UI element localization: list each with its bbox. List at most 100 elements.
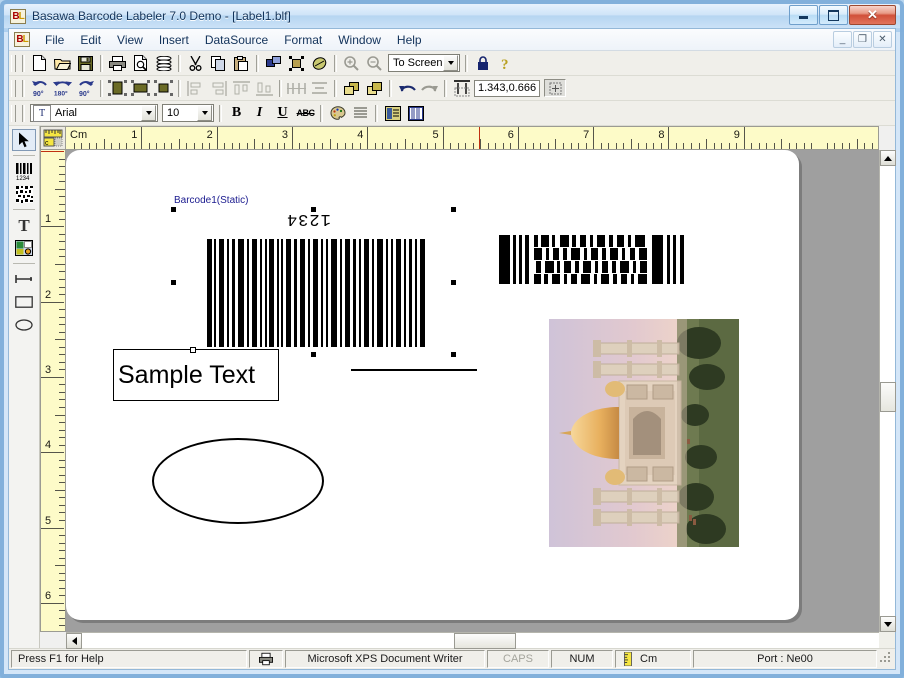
- menu-help[interactable]: Help: [389, 31, 430, 49]
- save-button[interactable]: [74, 52, 97, 74]
- duplicate-button[interactable]: [262, 52, 285, 74]
- distribute-horizontal-button[interactable]: [285, 77, 308, 99]
- menu-insert[interactable]: Insert: [151, 31, 197, 49]
- select-tool-button[interactable]: [12, 129, 36, 151]
- align-bottom-button[interactable]: [253, 77, 276, 99]
- vertical-scrollbar[interactable]: [879, 150, 896, 632]
- mdi-close-button[interactable]: ✕: [873, 31, 892, 48]
- font-name-combo[interactable]: T Arial: [30, 104, 158, 122]
- scroll-left-button[interactable]: [66, 633, 82, 649]
- position-button[interactable]: [450, 77, 473, 99]
- restore-button[interactable]: [819, 5, 848, 25]
- menu-datasource[interactable]: DataSource: [197, 31, 276, 49]
- align-text-button[interactable]: [349, 102, 372, 124]
- print-button[interactable]: [106, 52, 129, 74]
- document-icon[interactable]: BL: [14, 32, 30, 47]
- toolbar-grip[interactable]: [11, 79, 16, 97]
- ellipse-object[interactable]: [152, 438, 324, 524]
- font-size-combo[interactable]: 10: [162, 104, 214, 122]
- vertical-scroll-thumb[interactable]: [880, 382, 896, 412]
- scroll-down-button[interactable]: [880, 616, 896, 632]
- copy-button[interactable]: [207, 52, 230, 74]
- resize-handle-ne[interactable]: [451, 207, 456, 212]
- barcode-properties-button[interactable]: [404, 102, 427, 124]
- horizontal-ruler[interactable]: Cm 1 2 3 4 5 6 7 8 9: [66, 126, 879, 150]
- scroll-up-button[interactable]: [880, 150, 896, 166]
- ruler-unit-button[interactable]: c: [40, 126, 66, 150]
- line-tool-button[interactable]: [12, 268, 36, 290]
- color-button[interactable]: [326, 102, 349, 124]
- vertical-ruler[interactable]: 1 2 3 4 5 6: [40, 150, 66, 632]
- lock-button[interactable]: [471, 52, 494, 74]
- italic-button[interactable]: I: [248, 102, 271, 124]
- size-to-width-button[interactable]: [106, 77, 129, 99]
- align-top-button[interactable]: [230, 77, 253, 99]
- bold-button[interactable]: B: [225, 102, 248, 124]
- minimize-button[interactable]: [789, 5, 818, 25]
- bring-to-front-button[interactable]: [340, 77, 363, 99]
- paste-button[interactable]: [230, 52, 253, 74]
- menu-window[interactable]: Window: [330, 31, 389, 49]
- send-to-back-button[interactable]: [363, 77, 386, 99]
- zoom-out-button[interactable]: [363, 52, 386, 74]
- group-button[interactable]: [285, 52, 308, 74]
- horizontal-scrollbar[interactable]: [66, 632, 879, 649]
- size-to-height-button[interactable]: [129, 77, 152, 99]
- horizontal-scroll-thumb[interactable]: [454, 633, 516, 649]
- cut-button[interactable]: [184, 52, 207, 74]
- new-button[interactable]: [28, 52, 51, 74]
- menu-file[interactable]: File: [37, 31, 72, 49]
- toolbar-grip[interactable]: [11, 54, 16, 72]
- size-to-both-button[interactable]: [152, 77, 175, 99]
- barcode-2d-object[interactable]: [494, 233, 690, 289]
- mdi-minimize-button[interactable]: _: [833, 31, 852, 48]
- resize-grip[interactable]: [879, 651, 893, 667]
- zoom-in-button[interactable]: [340, 52, 363, 74]
- barcode-1d-tool-button[interactable]: 1234: [12, 160, 36, 182]
- resize-handle-e[interactable]: [451, 280, 456, 285]
- barcode-1d-object[interactable]: 1234: [171, 207, 456, 357]
- eraser-button[interactable]: [308, 52, 331, 74]
- chevron-down-icon[interactable]: [443, 55, 458, 71]
- redo-button[interactable]: [418, 77, 441, 99]
- open-button[interactable]: [51, 52, 74, 74]
- resize-handle-n[interactable]: [311, 207, 316, 212]
- snap-grid-button[interactable]: [544, 79, 567, 97]
- menu-edit[interactable]: Edit: [72, 31, 109, 49]
- chevron-down-icon[interactable]: [197, 105, 212, 121]
- menu-format[interactable]: Format: [276, 31, 330, 49]
- align-left-button[interactable]: [184, 77, 207, 99]
- mdi-restore-button[interactable]: ❐: [853, 31, 872, 48]
- database-button[interactable]: [152, 52, 175, 74]
- resize-handle-nw[interactable]: [171, 207, 176, 212]
- barcode-2d-tool-button[interactable]: [12, 183, 36, 205]
- help-button[interactable]: ?: [494, 52, 517, 74]
- print-preview-button[interactable]: [129, 52, 152, 74]
- underline-button[interactable]: U: [271, 102, 294, 124]
- text-resize-handle[interactable]: [190, 347, 196, 353]
- label-page[interactable]: Barcode1(Static) 1234 Sample Text: [66, 150, 799, 620]
- rotate-ccw-90-button[interactable]: 90°: [28, 77, 51, 99]
- menu-view[interactable]: View: [109, 31, 151, 49]
- align-right-button[interactable]: [207, 77, 230, 99]
- resize-handle-se[interactable]: [451, 352, 456, 357]
- ellipse-tool-button[interactable]: [12, 314, 36, 336]
- rotate-180-button[interactable]: 180°: [51, 77, 74, 99]
- distribute-vertical-button[interactable]: [308, 77, 331, 99]
- toolbar-grip[interactable]: [11, 104, 16, 122]
- canvas-viewport[interactable]: Barcode1(Static) 1234 Sample Text: [66, 150, 879, 632]
- rotate-cw-90-button[interactable]: 90°: [74, 77, 97, 99]
- object-properties-button[interactable]: [381, 102, 404, 124]
- rectangle-tool-button[interactable]: [12, 291, 36, 313]
- text-object[interactable]: Sample Text: [113, 349, 279, 401]
- strikethrough-button[interactable]: ABC: [294, 102, 317, 124]
- resize-handle-s[interactable]: [311, 352, 316, 357]
- chevron-down-icon[interactable]: [141, 105, 156, 121]
- undo-button[interactable]: [395, 77, 418, 99]
- resize-handle-w[interactable]: [171, 280, 176, 285]
- text-tool-button[interactable]: T: [12, 214, 36, 236]
- image-object[interactable]: [549, 319, 739, 547]
- zoom-level-combo[interactable]: To Screen: [388, 54, 460, 72]
- close-button[interactable]: ✕: [849, 5, 896, 25]
- image-tool-button[interactable]: [12, 237, 36, 259]
